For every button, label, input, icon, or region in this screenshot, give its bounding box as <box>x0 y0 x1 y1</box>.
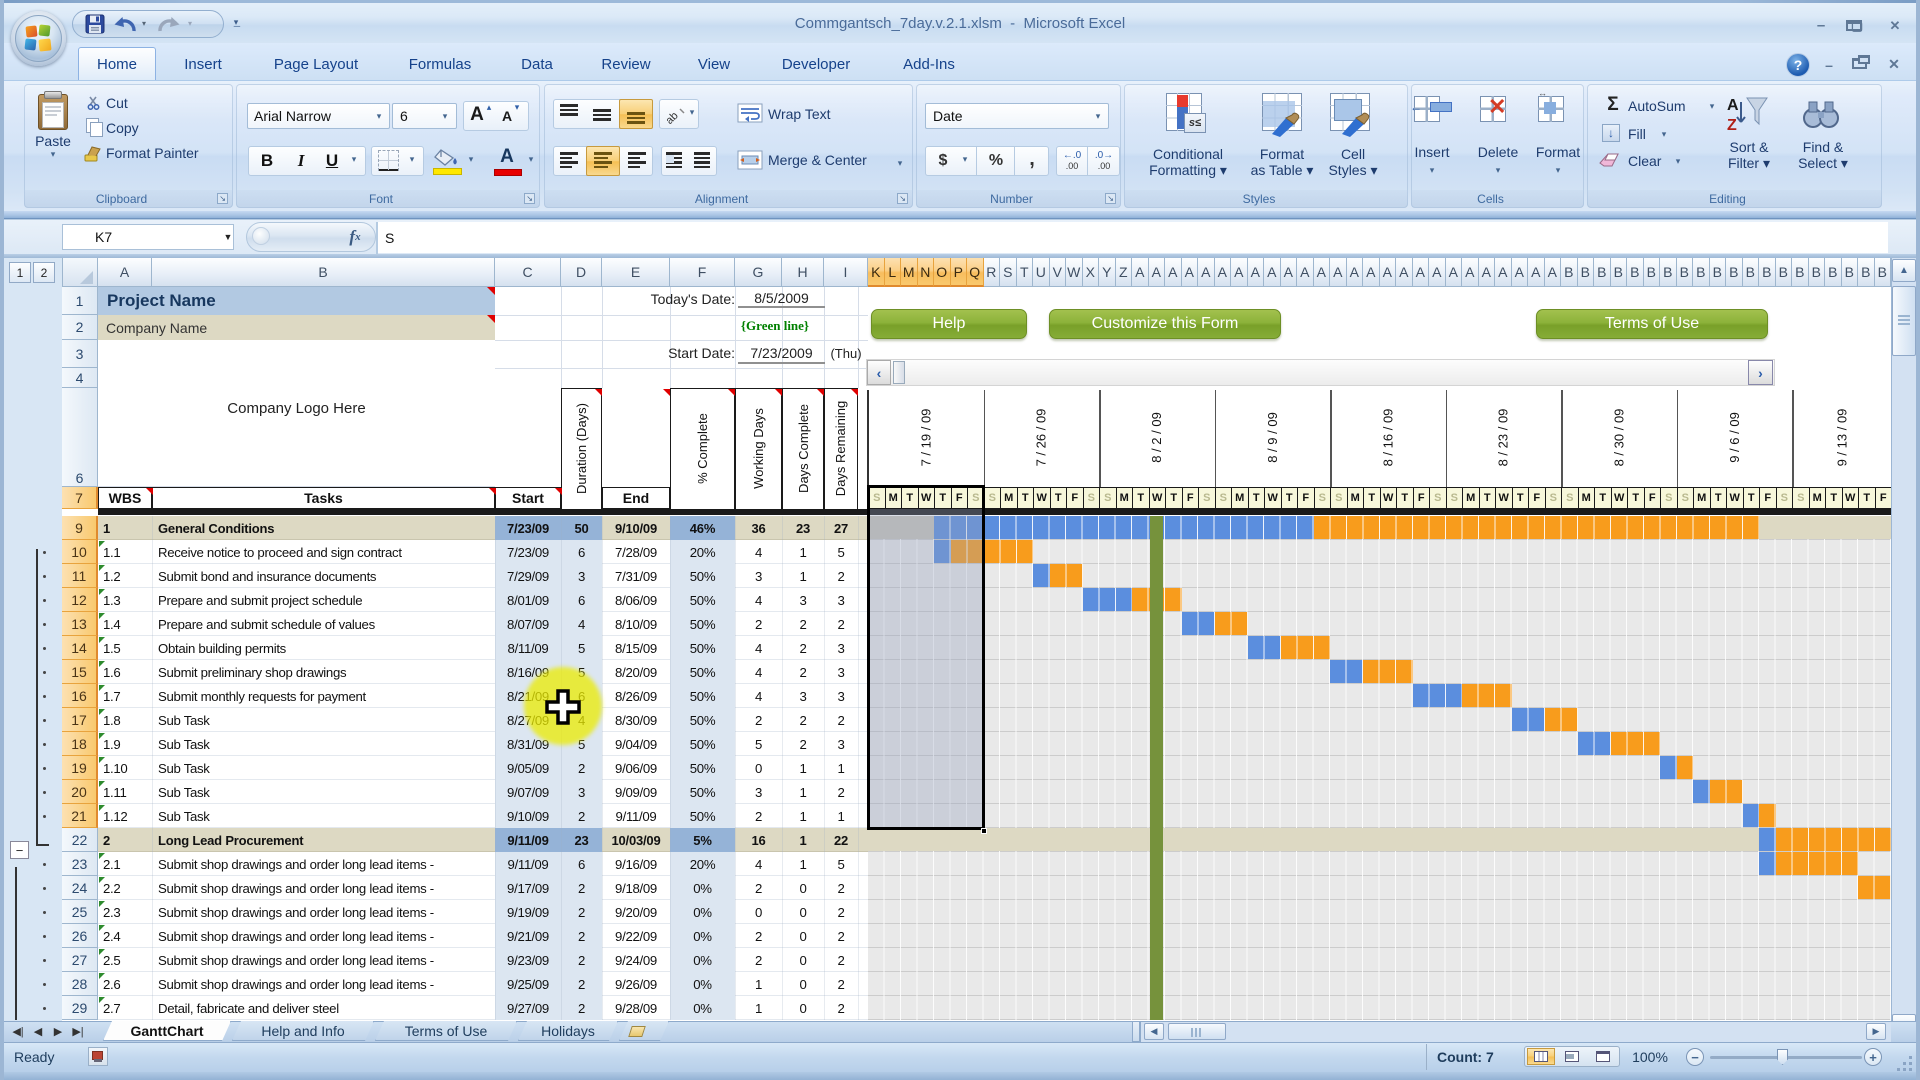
svg-text:A: A <box>1727 97 1739 114</box>
svg-text:Z: Z <box>1727 117 1737 134</box>
svg-text:ab: ab <box>664 110 681 125</box>
